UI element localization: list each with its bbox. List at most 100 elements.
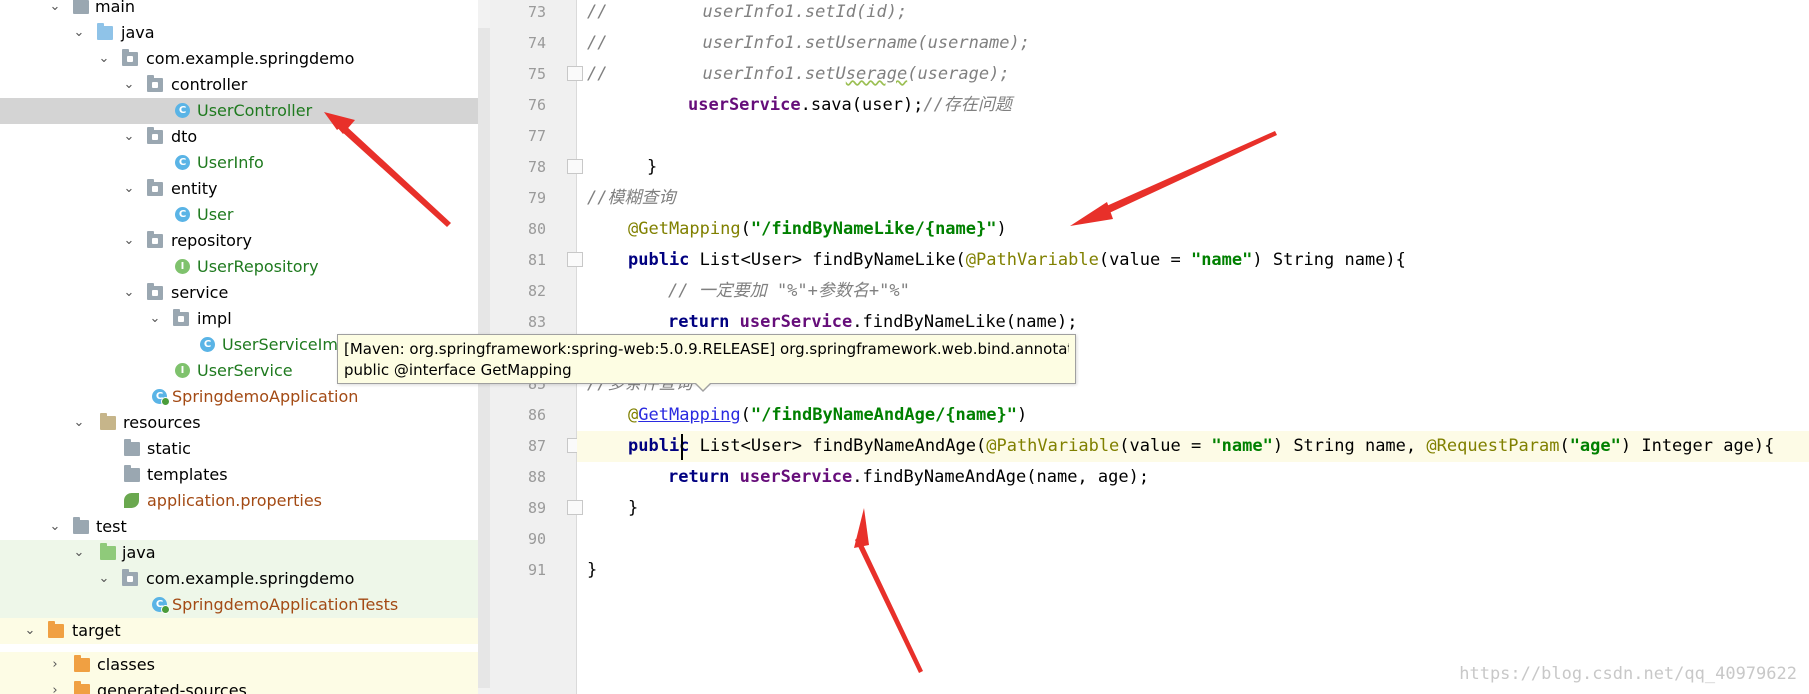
line-number: 78 — [527, 158, 546, 176]
tooltip-line-2: public @interface GetMapping — [344, 361, 572, 379]
package-icon — [122, 49, 138, 66]
chevron-down-icon[interactable]: ⌄ — [72, 20, 86, 46]
package-icon — [122, 569, 138, 586]
line-number: 80 — [527, 220, 546, 238]
excluded-folder-icon — [74, 681, 90, 694]
tree-item-controller[interactable]: ⌄ controller — [0, 72, 478, 98]
tree-item-user[interactable]: C User — [0, 202, 478, 228]
tree-item-templates[interactable]: templates — [0, 462, 478, 488]
code-line: } — [647, 157, 658, 177]
chevron-down-icon[interactable]: ⌄ — [122, 280, 136, 306]
getmapping-link[interactable]: GetMapping — [638, 405, 740, 425]
package-icon — [147, 75, 163, 92]
class-icon: C — [175, 207, 190, 222]
tree-item-resources[interactable]: ⌄ resources — [0, 410, 478, 436]
source-folder-icon — [97, 23, 113, 40]
tree-item-java-test[interactable]: ⌄ java — [0, 540, 478, 566]
line-number: 87 — [527, 437, 546, 455]
tree-item-classes[interactable]: › classes — [0, 652, 478, 678]
tree-item-generated-sources[interactable]: › generated-sources — [0, 678, 478, 694]
chevron-right-icon[interactable]: › — [48, 652, 62, 678]
class-icon: C — [175, 155, 190, 170]
package-icon — [147, 283, 163, 300]
chevron-down-icon[interactable]: ⌄ — [97, 566, 111, 592]
interface-icon: I — [175, 363, 190, 378]
line-number: 75 — [527, 65, 546, 83]
watermark: https://blog.csdn.net/qq_40979622 — [1459, 664, 1797, 684]
line-number: 86 — [527, 406, 546, 424]
tree-item-java-main[interactable]: ⌄ java — [0, 20, 478, 46]
tree-item-main[interactable]: ⌄ main — [0, 0, 478, 20]
code-line: @GetMapping("/findByNameLike/{name}") — [628, 219, 1007, 239]
line-number: 74 — [527, 34, 546, 52]
folder-icon — [124, 439, 140, 456]
excluded-folder-icon — [74, 655, 90, 672]
class-icon: C — [175, 103, 190, 118]
chevron-down-icon[interactable]: ⌄ — [122, 176, 136, 202]
package-icon — [147, 231, 163, 248]
code-line: } — [587, 560, 598, 580]
tree-item-entity[interactable]: ⌄ entity — [0, 176, 478, 202]
resources-folder-icon — [100, 413, 116, 430]
tree-item-userrepository[interactable]: I UserRepository — [0, 254, 478, 280]
chevron-down-icon[interactable]: ⌄ — [122, 72, 136, 98]
package-icon — [147, 179, 163, 196]
code-line: // 一定要加 "%"+参数名+"%" — [668, 281, 910, 301]
chevron-down-icon[interactable]: ⌄ — [23, 618, 37, 644]
tree-item-usercontroller[interactable]: C UserController — [0, 98, 478, 124]
tree-item-impl[interactable]: ⌄ impl — [0, 306, 478, 332]
chevron-down-icon[interactable]: ⌄ — [72, 410, 86, 436]
chevron-down-icon[interactable]: ⌄ — [72, 540, 86, 566]
tree-item-test-package[interactable]: ⌄ com.example.springdemo — [0, 566, 478, 592]
tree-item-springdemoapplication[interactable]: C SpringdemoApplication — [0, 384, 478, 410]
test-class-icon: C — [152, 597, 170, 614]
text-caret — [681, 434, 683, 460]
folder-icon — [124, 465, 140, 482]
spring-properties-icon — [124, 493, 139, 508]
code-line: //模糊查询 — [587, 188, 676, 208]
test-source-folder-icon — [100, 543, 116, 560]
quick-doc-tooltip: [Maven: org.springframework:spring-web:5… — [337, 334, 1076, 384]
tree-item-test[interactable]: ⌄ test — [0, 514, 478, 540]
chevron-down-icon[interactable]: ⌄ — [48, 514, 62, 540]
tree-item-static[interactable]: static — [0, 436, 478, 462]
tree-item-userinfo[interactable]: C UserInfo — [0, 150, 478, 176]
chevron-down-icon[interactable]: ⌄ — [97, 46, 111, 72]
tooltip-line-1: [Maven: org.springframework:spring-web:5… — [344, 340, 1069, 358]
chevron-down-icon[interactable]: ⌄ — [148, 306, 162, 332]
code-line: } — [628, 498, 639, 518]
chevron-right-icon[interactable]: › — [48, 678, 62, 694]
tree-item-repository[interactable]: ⌄ repository — [0, 228, 478, 254]
code-line: return userService.findByNameAndAge(name… — [668, 467, 1150, 487]
code-line-current: public List<User> findByNameAndAge(@Path… — [577, 431, 1809, 462]
chevron-down-icon[interactable]: ⌄ — [48, 0, 62, 20]
interface-icon: I — [175, 259, 190, 274]
line-number: 81 — [527, 251, 546, 269]
line-number: 73 — [527, 3, 546, 21]
spring-boot-class-icon: C — [152, 389, 170, 406]
tooltip-pointer-fill — [695, 382, 711, 390]
line-number: 88 — [527, 468, 546, 486]
line-number: 79 — [527, 189, 546, 207]
code-line: userService.sava(user);//存在问题 — [688, 95, 1012, 115]
tree-item-dto[interactable]: ⌄ dto — [0, 124, 478, 150]
chevron-down-icon[interactable]: ⌄ — [122, 228, 136, 254]
tree-item-service[interactable]: ⌄ service — [0, 280, 478, 306]
line-number: 89 — [527, 499, 546, 517]
line-number: 82 — [527, 282, 546, 300]
code-line: public List<User> findByNameLike(@PathVa… — [628, 250, 1406, 270]
tree-item-target[interactable]: ⌄ target — [0, 618, 478, 644]
line-number: 90 — [527, 530, 546, 548]
tree-item-package[interactable]: ⌄ com.example.springdemo — [0, 46, 478, 72]
package-icon — [173, 309, 189, 326]
tree-item-springdemoapplicationtests[interactable]: C SpringdemoApplicationTests — [0, 592, 478, 618]
code-line: //userInfo1.setId(id); — [587, 2, 908, 22]
folder-icon — [73, 517, 89, 534]
package-icon — [147, 127, 163, 144]
line-number: 77 — [527, 127, 546, 145]
code-line: //userInfo1.setUserage(userage); — [587, 64, 1010, 84]
chevron-down-icon[interactable]: ⌄ — [122, 124, 136, 150]
class-icon: C — [200, 337, 215, 352]
tree-item-application-properties[interactable]: application.properties — [0, 488, 478, 514]
code-line: //userInfo1.setUsername(username); — [587, 33, 1030, 53]
